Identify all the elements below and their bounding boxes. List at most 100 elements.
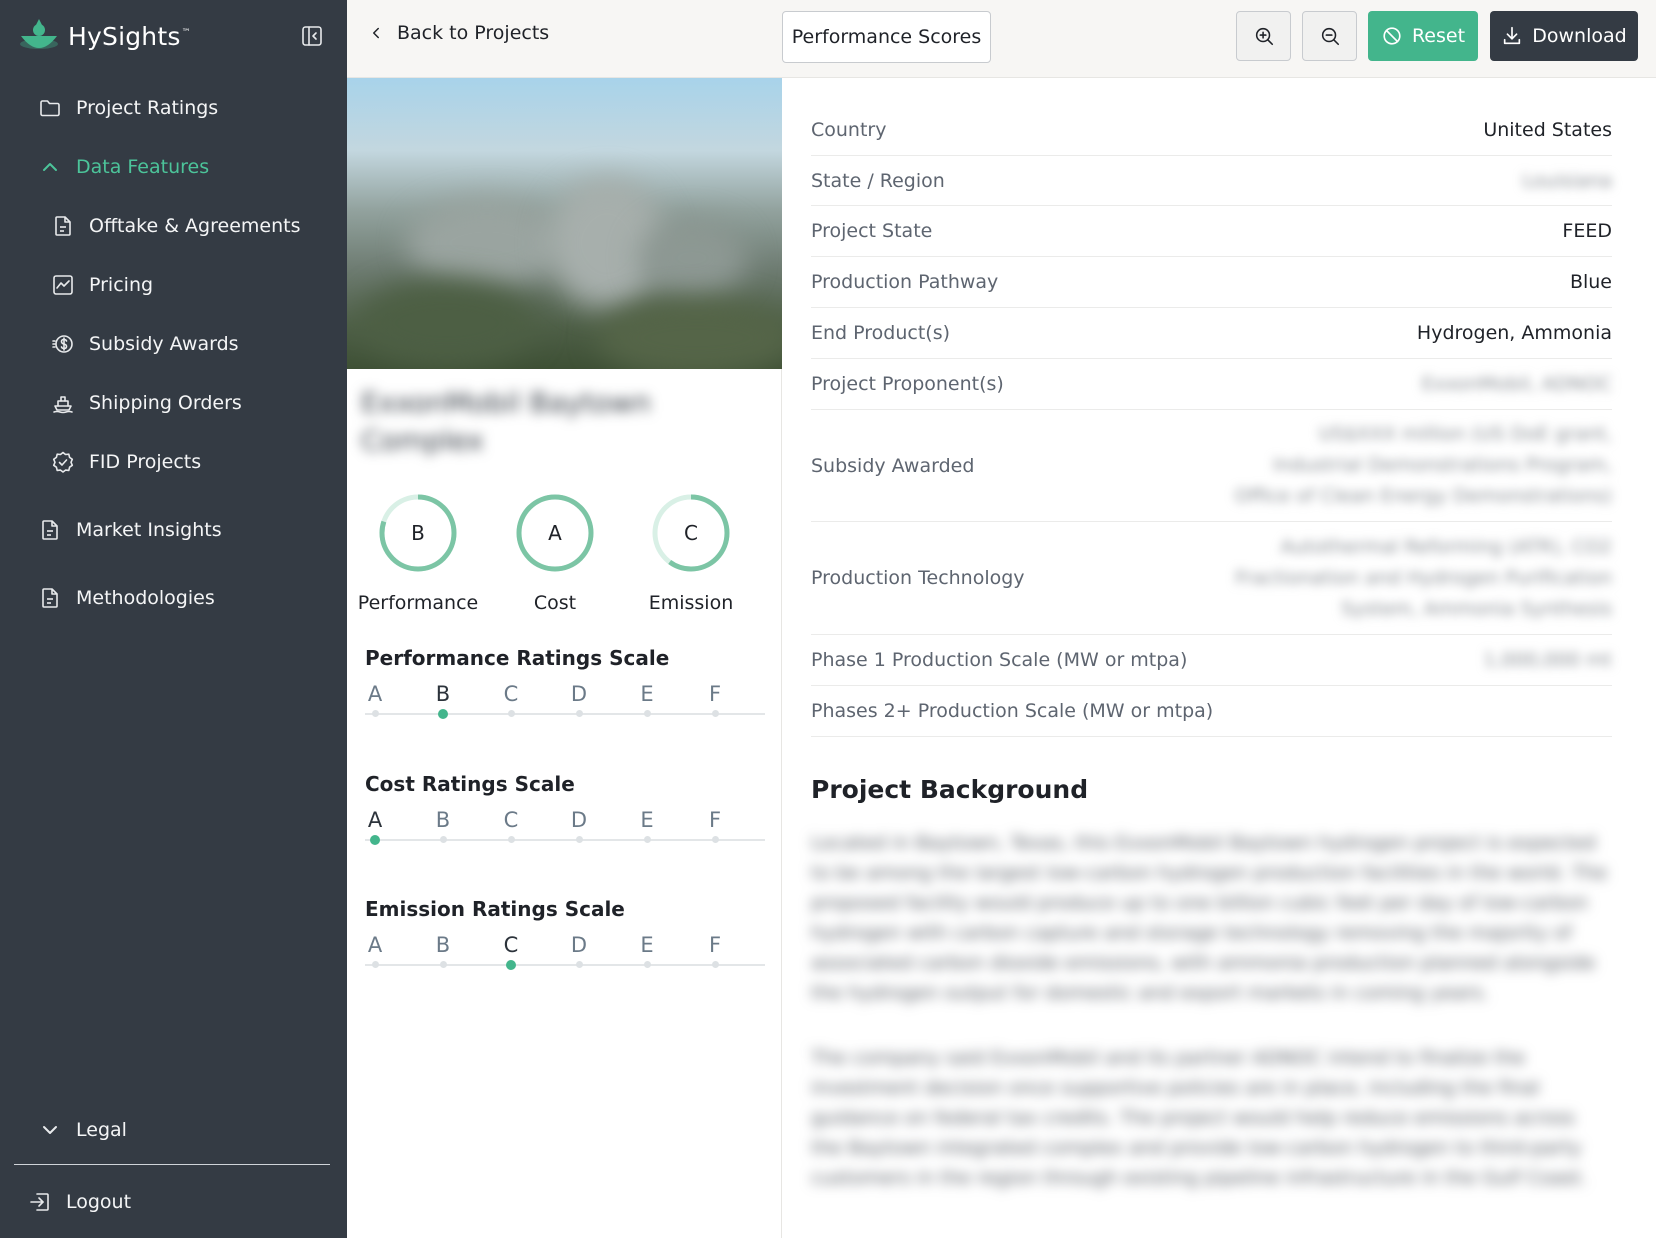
- legal-label: Legal: [76, 1119, 127, 1141]
- sidebar-item-label: Methodologies: [76, 587, 215, 609]
- detail-row-production-pathway: Production Pathway Blue: [811, 257, 1612, 308]
- sidebar-item-data-features[interactable]: Data Features: [38, 155, 209, 179]
- scale-step-e: E: [640, 933, 654, 957]
- scale-step-e: E: [640, 808, 654, 832]
- cost-ratings-scale: Cost Ratings Scale A B C D E F: [365, 772, 765, 845]
- detail-value: FEED: [1562, 220, 1612, 242]
- detail-label: Phase 1 Production Scale (MW or mtpa): [811, 649, 1188, 671]
- download-label: Download: [1532, 25, 1627, 47]
- scale-dot: [711, 710, 719, 717]
- ship-icon: [53, 396, 73, 414]
- detail-value: Blue: [1569, 271, 1612, 293]
- cost-grade-label: Cost: [533, 592, 577, 614]
- background-paragraph: Located in Baytown, Texas, this ExxonMob…: [811, 832, 1608, 1004]
- scale-step-d: D: [570, 808, 588, 832]
- detail-label: Production Pathway: [811, 271, 999, 293]
- logout-icon: [30, 1193, 49, 1211]
- sidebar-item-legal[interactable]: Legal: [38, 1118, 127, 1142]
- scale-dot: [643, 710, 651, 717]
- scale-step-c: C: [503, 808, 519, 832]
- scale-step-d: D: [570, 933, 588, 957]
- detail-row-project-proponents: Project Proponent(s) ExxonMobil, ADNOC: [811, 359, 1612, 410]
- zoom-in-button[interactable]: [1236, 11, 1291, 61]
- reset-button[interactable]: Reset: [1368, 11, 1478, 61]
- sidebar-item-methodologies[interactable]: Methodologies: [38, 586, 215, 610]
- sidebar-item-label: Data Features: [76, 156, 210, 178]
- project-details-panel: Country United States State / Region Lou…: [783, 78, 1656, 1238]
- scale-step-a: A: [367, 933, 383, 957]
- download-icon: [1504, 26, 1521, 45]
- folder-icon: [40, 100, 60, 117]
- detail-label: End Product(s): [811, 322, 951, 344]
- scale-dot: [439, 961, 447, 968]
- detail-label: Production Technology: [811, 567, 1025, 589]
- performance-scores-button[interactable]: Performance Scores: [782, 11, 991, 63]
- scale-step-d: D: [570, 682, 588, 706]
- sidebar-divider: [14, 1164, 330, 1165]
- detail-label: Country: [811, 118, 887, 141]
- detail-row-production-technology: Production Technology Autothermal Reform…: [811, 522, 1612, 635]
- scale-step-f: F: [708, 808, 722, 832]
- project-image: [347, 78, 782, 369]
- detail-label: Project Proponent(s): [811, 373, 1004, 395]
- sidebar-item-pricing[interactable]: Pricing: [51, 273, 153, 297]
- line-chart-icon: [53, 275, 73, 295]
- project-background-title: Project Background: [811, 775, 1089, 804]
- scale-track: A B C D E F: [365, 933, 765, 970]
- detail-row-subsidy-awarded: Subsidy Awarded US$XXX million (US DoE g…: [811, 410, 1612, 522]
- cost-grade-letter: A: [548, 521, 562, 545]
- scale-dot: [643, 836, 651, 843]
- scale-step-b: B: [435, 808, 451, 832]
- scale-step-b: B: [435, 933, 451, 957]
- sidebar-item-label: Subsidy Awards: [89, 333, 239, 355]
- download-button[interactable]: Download: [1490, 11, 1638, 61]
- sidebar-item-label: Shipping Orders: [89, 392, 242, 414]
- scale-dot: [643, 961, 651, 968]
- brand[interactable]: HySights™: [18, 16, 191, 56]
- chevron-up-icon: [43, 163, 57, 171]
- sidebar-item-fid-projects[interactable]: FID Projects: [51, 450, 201, 474]
- sidebar-item-label: Offtake & Agreements: [89, 215, 301, 237]
- block-icon: [1383, 27, 1401, 45]
- detail-value: Autothermal Reforming (ATR), CO2 Fractio…: [1235, 535, 1612, 620]
- detail-value: Louisiana: [1522, 169, 1612, 192]
- sidebar-item-offtake-agreements[interactable]: Offtake & Agreements: [51, 214, 300, 238]
- back-to-projects-link[interactable]: Back to Projects: [367, 22, 549, 44]
- sidebar-item-subsidy-awards[interactable]: Subsidy Awards: [51, 332, 239, 356]
- emission-grade: C Emission: [621, 493, 761, 614]
- hysights-logo-icon: [20, 19, 58, 49]
- view-label: Performance Scores: [791, 26, 982, 48]
- detail-row-state-region: State / Region Louisiana: [811, 156, 1612, 206]
- scale-dot: [439, 836, 447, 843]
- detail-row-phase1-scale: Phase 1 Production Scale (MW or mtpa) 1,…: [811, 635, 1612, 686]
- emission-grade-ring: C: [652, 494, 730, 572]
- sidebar-item-shipping-orders[interactable]: Shipping Orders: [51, 391, 242, 415]
- back-label: Back to Projects: [397, 22, 550, 44]
- scale-dot: [575, 836, 583, 843]
- scale-dot: [507, 836, 515, 843]
- emission-grade-label: Emission: [648, 592, 734, 614]
- sidebar: HySights™ Project Ratings Data Features …: [0, 0, 347, 1238]
- scale-title: Cost Ratings Scale: [365, 772, 575, 796]
- logout-button[interactable]: Logout: [28, 1190, 131, 1214]
- scale-step-f: F: [708, 682, 722, 706]
- scale-track: A B C D E F: [365, 808, 765, 845]
- scale-track: A B C D E F: [365, 682, 765, 719]
- scale-step-a: A: [367, 682, 383, 706]
- zoom-out-button[interactable]: [1302, 11, 1357, 61]
- detail-value: 1,000,000 mt: [1483, 649, 1612, 671]
- dollar-coin-icon: [52, 335, 73, 353]
- scale-dot: [371, 710, 379, 717]
- scale-dot: [575, 710, 583, 717]
- sidebar-item-label: Market Insights: [76, 519, 222, 541]
- sidebar-item-market-insights[interactable]: Market Insights: [38, 518, 222, 542]
- emission-ratings-scale: Emission Ratings Scale A B C D E F: [365, 897, 765, 970]
- sidebar-item-project-ratings[interactable]: Project Ratings: [38, 96, 218, 120]
- scale-step-b: B: [435, 682, 451, 706]
- performance-grade-ring: B: [379, 494, 457, 572]
- detail-value: United States: [1483, 118, 1612, 141]
- chevron-left-icon: [373, 27, 379, 39]
- cost-grade-ring: A: [516, 494, 594, 572]
- zoom-out-icon: [1321, 27, 1339, 46]
- collapse-sidebar-icon[interactable]: [300, 24, 324, 48]
